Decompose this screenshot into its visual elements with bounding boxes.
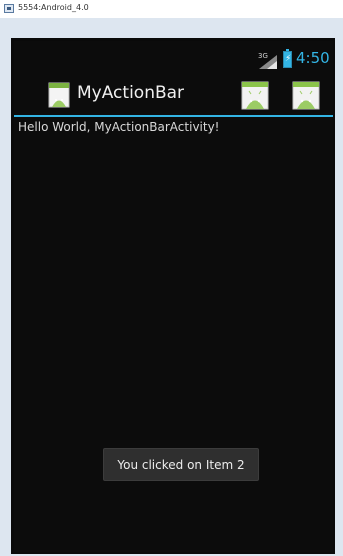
action-bar-title: MyActionBar xyxy=(77,83,185,103)
battery-icon: ⚡ xyxy=(283,49,292,68)
action-bar-divider xyxy=(14,115,333,117)
action-bar: MyActionBar xyxy=(14,77,333,113)
signal-strength-icon xyxy=(259,55,277,69)
action-item-1-android-icon[interactable] xyxy=(241,81,269,110)
hello-world-text: Hello World, MyActionBarActivity! xyxy=(18,120,220,134)
action-item-2-android-icon[interactable] xyxy=(292,81,320,110)
emulator-window: 5554:Android_4.0 3G ⚡ 4:50 MyActionBar H… xyxy=(0,0,343,556)
toast-message: You clicked on Item 2 xyxy=(117,458,245,472)
android-screen: 3G ⚡ 4:50 MyActionBar Hello World, MyAct… xyxy=(14,41,333,552)
toast-notification: You clicked on Item 2 xyxy=(103,448,259,481)
window-titlebar[interactable]: 5554:Android_4.0 xyxy=(0,0,343,18)
charging-bolt-icon: ⚡ xyxy=(285,54,292,64)
window-app-icon xyxy=(4,4,14,13)
status-bar: 3G ⚡ 4:50 xyxy=(14,41,333,77)
app-launcher-icon[interactable] xyxy=(48,82,70,108)
status-clock: 4:50 xyxy=(296,49,330,67)
window-title: 5554:Android_4.0 xyxy=(18,3,89,12)
